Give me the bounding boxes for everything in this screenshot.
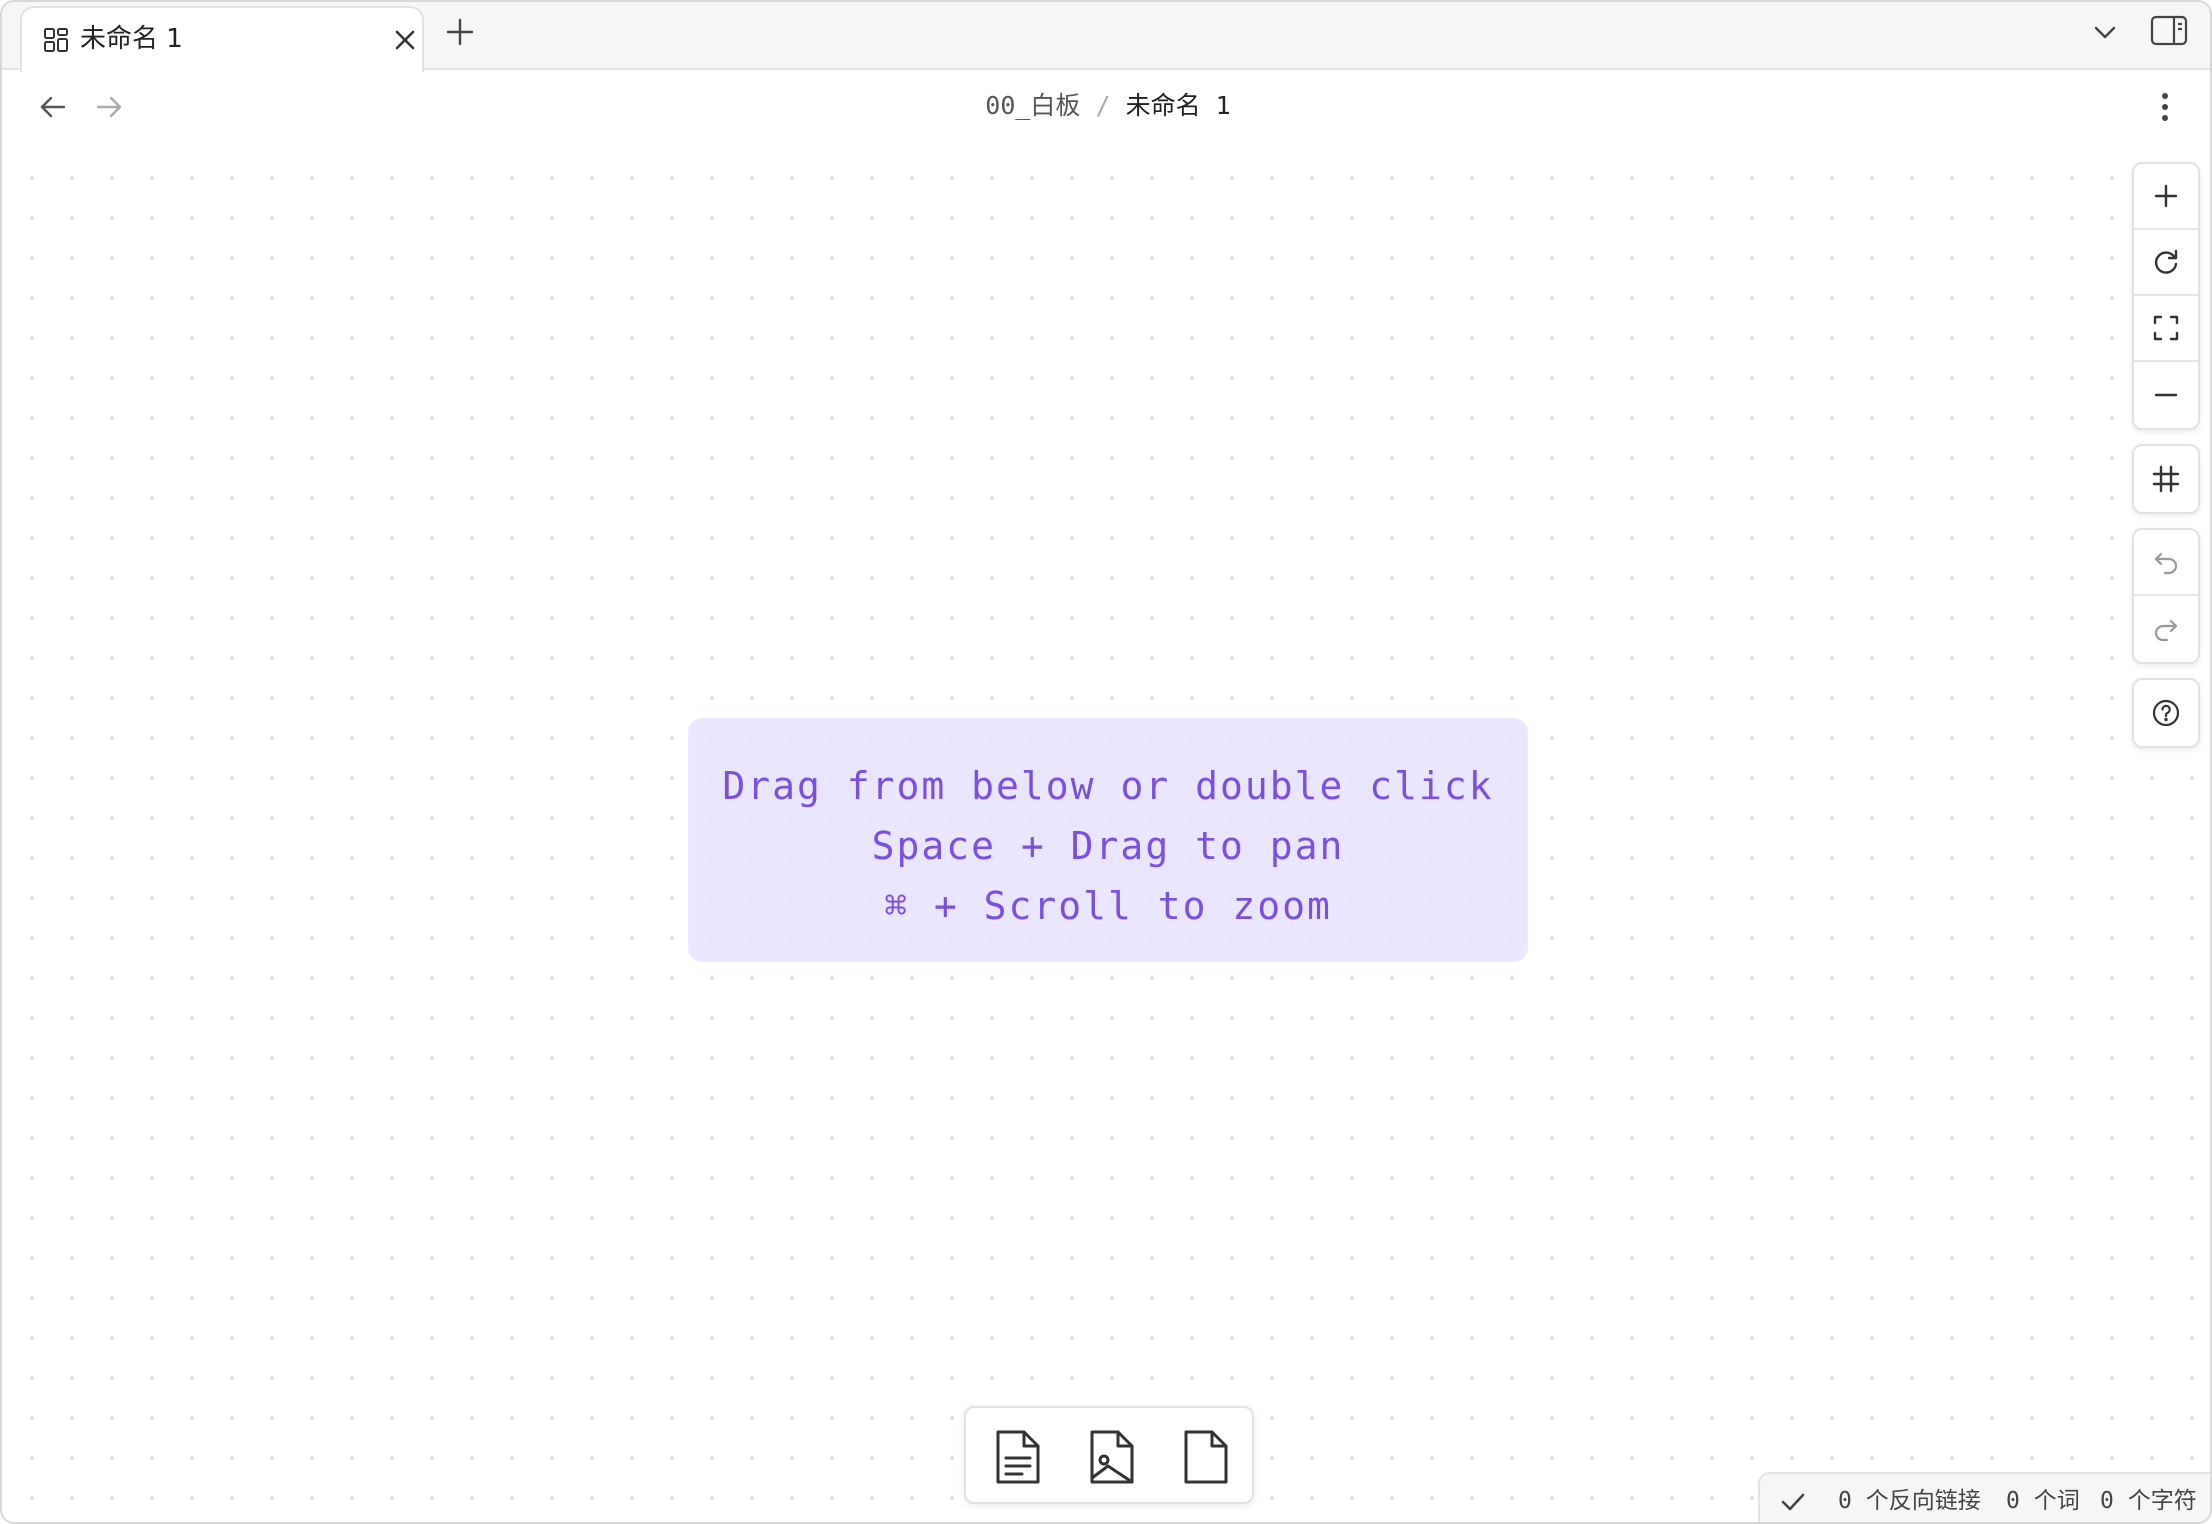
zoom-controls [2132,162,2200,430]
word-count: 0 个词 [2006,1488,2080,1514]
zoom-in-button[interactable] [2134,164,2198,230]
sidebar-toggle-icon[interactable] [2150,14,2188,48]
redo-icon [2154,619,2178,642]
fit-screen-icon [2153,315,2179,341]
help-icon [2152,699,2180,727]
canvas-hint: Drag from below or double click Space + … [688,718,1528,962]
undo-icon [2154,552,2178,575]
zoom-out-icon [2154,393,2178,397]
note-card-icon[interactable] [988,1426,1046,1488]
breadcrumb: 00_白板 / 未命名 1 [2,88,2210,124]
grid-snap-icon [2152,465,2180,493]
canvas-area[interactable]: Drag from below or double click Space + … [4,142,2210,1522]
help-controls [2132,678,2200,748]
zoom-out-button[interactable] [2134,362,2198,428]
tab-untitled[interactable]: 未命名 1 [20,6,424,72]
media-card-icon[interactable] [1082,1426,1140,1488]
grid-snap-button[interactable] [2134,446,2198,512]
reset-zoom-button[interactable] [2134,230,2198,296]
hint-line-pan: Space + Drag to pan [871,824,1345,868]
char-count: 0 个字符 [2100,1488,2197,1514]
more-options-icon[interactable] [2148,88,2182,126]
fit-screen-button[interactable] [2134,296,2198,362]
check-icon [1781,1493,1805,1511]
grid-controls [2132,444,2200,514]
app-window: 未命名 1 00_白板 / 未命名 1 Drag from below or d… [0,0,2212,1524]
zoom-in-icon [2154,184,2178,208]
breadcrumb-file[interactable]: 未命名 1 [1126,91,1231,120]
backlinks-count[interactable]: 0 个反向链接 [1838,1486,1981,1516]
undo-button[interactable] [2134,530,2198,596]
reset-icon [2154,249,2178,274]
new-tab-icon[interactable] [442,14,478,50]
history-controls [2132,528,2200,664]
status-bar: 0 个反向链接 0 个词 0 个字符 [1758,1472,2210,1522]
card-tray [964,1406,1254,1504]
hint-line-zoom: ⌘ + Scroll to zoom [884,884,1332,928]
breadcrumb-separator: / [1095,91,1111,120]
tab-bar: 未命名 1 [2,2,2210,72]
redo-button[interactable] [2134,596,2198,662]
breadcrumb-folder[interactable]: 00_白板 [985,91,1080,120]
help-button[interactable] [2134,680,2198,746]
blank-card-icon[interactable] [1176,1426,1234,1488]
chevron-down-icon[interactable] [2088,16,2122,50]
tab-title: 未命名 1 [80,24,183,54]
close-icon[interactable] [390,25,420,55]
canvas-grid-icon [44,28,68,52]
hint-line-drag: Drag from below or double click [722,764,1494,808]
